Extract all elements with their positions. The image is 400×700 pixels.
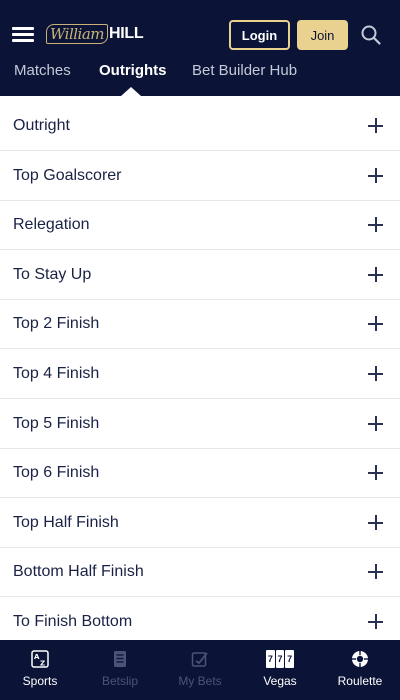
join-button[interactable]: Join <box>297 20 348 50</box>
market-row-top-6-finish[interactable]: Top 6 Finish <box>0 448 400 498</box>
expand-plus-icon[interactable] <box>368 614 383 629</box>
william-hill-logo[interactable]: William HILL <box>46 22 144 46</box>
nav-betslip[interactable]: Betslip <box>80 640 160 700</box>
expand-plus-icon[interactable] <box>368 515 383 530</box>
login-button[interactable]: Login <box>229 20 290 50</box>
nav-my-bets[interactable]: My Bets <box>160 640 240 700</box>
market-list: Outright Top Goalscorer Relegation To St… <box>0 96 400 640</box>
market-label: Top 6 Finish <box>13 464 100 481</box>
expand-plus-icon[interactable] <box>368 564 383 579</box>
svg-text:Z: Z <box>40 660 45 668</box>
expand-plus-icon[interactable] <box>368 465 383 480</box>
market-label: Outright <box>13 117 70 134</box>
expand-plus-icon[interactable] <box>368 118 383 133</box>
logo-script-text: William <box>46 24 109 44</box>
slot-reel: 7 <box>275 650 285 668</box>
market-row-top-goalscorer[interactable]: Top Goalscorer <box>0 151 400 201</box>
search-icon-graphic <box>361 25 381 45</box>
expand-plus-icon[interactable] <box>368 416 383 431</box>
market-label: Top Half Finish <box>13 514 119 531</box>
market-row-to-stay-up[interactable]: To Stay Up <box>0 250 400 300</box>
tab-bet-builder-hub[interactable]: Bet Builder Hub <box>192 62 297 79</box>
nav-label: Vegas <box>263 674 297 688</box>
market-label: To Finish Bottom <box>13 613 133 630</box>
tab-outrights[interactable]: Outrights <box>99 62 167 79</box>
market-tabs: Matches Outrights Bet Builder Hub <box>0 60 400 96</box>
expand-plus-icon[interactable] <box>368 168 383 183</box>
market-label: Bottom Half Finish <box>13 563 144 580</box>
hamburger-menu-icon[interactable] <box>12 24 34 44</box>
market-label: Relegation <box>13 216 90 233</box>
nav-roulette[interactable]: Roulette <box>320 640 400 700</box>
sports-az-icon: A Z <box>31 650 49 668</box>
slot-reel: 7 <box>266 650 275 668</box>
menu-line <box>12 27 34 30</box>
nav-label: Sports <box>22 674 58 688</box>
app-root: William HILL Login Join Matches Outright… <box>0 0 400 700</box>
tab-matches[interactable]: Matches <box>14 62 71 79</box>
top-bar: William HILL Login Join <box>0 0 400 60</box>
market-row-top-4-finish[interactable]: Top 4 Finish <box>0 349 400 399</box>
market-row-top-half-finish[interactable]: Top Half Finish <box>0 498 400 548</box>
bottom-navigation: A Z Sports Betslip My Bets 7 7 7 Vegas R… <box>0 640 400 700</box>
menu-line <box>12 39 34 42</box>
menu-line <box>12 33 34 36</box>
nav-label: My Bets <box>178 674 222 688</box>
nav-label: Roulette <box>337 674 383 688</box>
expand-plus-icon[interactable] <box>368 366 383 381</box>
nav-vegas[interactable]: 7 7 7 Vegas <box>240 640 320 700</box>
header: William HILL Login Join Matches Outright… <box>0 0 400 96</box>
slot-machine-icon: 7 7 7 <box>266 650 295 668</box>
market-row-outright[interactable]: Outright <box>0 101 400 151</box>
market-row-top-5-finish[interactable]: Top 5 Finish <box>0 399 400 449</box>
market-row-relegation[interactable]: Relegation <box>0 200 400 250</box>
betslip-icon <box>114 651 126 667</box>
logo-block-text: HILL <box>109 25 144 42</box>
nav-sports[interactable]: A Z Sports <box>0 640 80 700</box>
active-tab-indicator <box>121 87 141 96</box>
roulette-wheel-icon <box>352 651 368 667</box>
market-label: To Stay Up <box>13 266 92 283</box>
market-label: Top 5 Finish <box>13 415 100 432</box>
nav-label: Betslip <box>101 674 139 688</box>
market-label: Top Goalscorer <box>13 167 122 184</box>
market-row-bottom-half-finish[interactable]: Bottom Half Finish <box>0 547 400 597</box>
market-label: Top 4 Finish <box>13 365 100 382</box>
expand-plus-icon[interactable] <box>368 267 383 282</box>
market-row-top-2-finish[interactable]: Top 2 Finish <box>0 299 400 349</box>
my-bets-icon <box>191 652 208 667</box>
expand-plus-icon[interactable] <box>368 316 383 331</box>
market-label: Top 2 Finish <box>13 315 100 332</box>
market-row-to-finish-bottom[interactable]: To Finish Bottom <box>0 597 400 640</box>
expand-plus-icon[interactable] <box>368 217 383 232</box>
search-icon[interactable] <box>360 24 382 46</box>
slot-reel: 7 <box>285 650 295 668</box>
